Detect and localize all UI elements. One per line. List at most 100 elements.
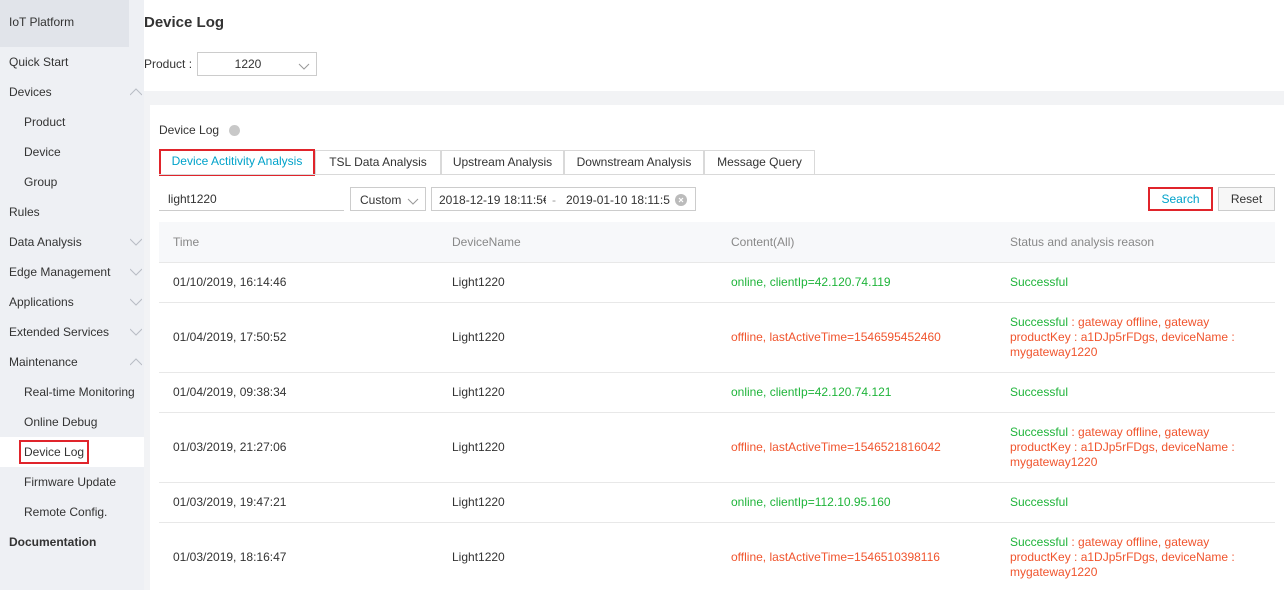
reset-button[interactable]: Reset xyxy=(1218,187,1275,211)
cell-time: 01/10/2019, 16:14:46 xyxy=(173,275,287,289)
sidebar-item-label: Rules xyxy=(9,205,40,219)
time-range-value: Custom xyxy=(360,193,402,207)
sidebar-item-applications[interactable]: Applications xyxy=(0,287,144,317)
column-header-content: Content(All) xyxy=(731,235,795,249)
sidebar: IoT Platform Quick Start Devices Product De… xyxy=(0,0,144,590)
log-table: Time DeviceName Content(All) Status and … xyxy=(159,222,1275,590)
status-text: Successful xyxy=(1010,535,1069,549)
table-row: 01/04/2019, 09:38:34 Light1220 online, cli… xyxy=(159,373,1275,413)
cell-device-name: Light1220 xyxy=(452,385,505,399)
sidebar-item-label: Devices xyxy=(9,85,52,99)
product-select-value: 1220 xyxy=(234,57,262,71)
sidebar-item-data-analysis[interactable]: Data Analysis xyxy=(0,227,144,257)
sidebar-item-quick-start[interactable]: Quick Start xyxy=(0,47,144,77)
time-range-select[interactable]: Custom xyxy=(350,187,426,211)
sidebar-item-label: Extended Services xyxy=(9,325,110,339)
sidebar-item-label: Group xyxy=(24,175,58,189)
status-text: Successful xyxy=(1010,275,1069,289)
cell-status: Successful xyxy=(1010,495,1245,510)
cell-time: 01/03/2019, 19:47:21 xyxy=(173,495,287,509)
sidebar-item-real-time-monitoring[interactable]: Real-time Monitoring xyxy=(0,377,144,407)
chevron-up-icon xyxy=(130,88,142,96)
start-time-input[interactable]: 2018-12-19 18:11:5€ xyxy=(439,193,546,207)
table-header: Time DeviceName Content(All) Status and … xyxy=(159,222,1275,263)
sidebar-item-edge-management[interactable]: Edge Management xyxy=(0,257,144,287)
cell-status: Successful : gateway offline, gateway pr… xyxy=(1010,315,1245,360)
chevron-down-icon xyxy=(130,298,142,306)
sidebar-item-label: Device xyxy=(24,145,61,159)
status-text: Successful xyxy=(1010,495,1069,509)
sidebar-item-label: Data Analysis xyxy=(9,235,82,249)
sidebar-item-label: Maintenance xyxy=(9,355,78,369)
cell-status: Successful : gateway offline, gateway pr… xyxy=(1010,425,1245,470)
cell-device-name: Light1220 xyxy=(452,440,505,454)
product-select[interactable]: 1220 xyxy=(197,52,317,76)
cell-device-name: Light1220 xyxy=(452,330,505,344)
sidebar-item-rules[interactable]: Rules xyxy=(0,197,144,227)
status-text: Successful xyxy=(1010,385,1069,399)
sidebar-header[interactable]: IoT Platform xyxy=(0,0,129,47)
sidebar-item-label: Product xyxy=(24,115,66,129)
sidebar-item-remote-config[interactable]: Remote Config. xyxy=(0,497,144,527)
cell-status: Successful xyxy=(1010,385,1245,400)
sidebar-item-documentation[interactable]: Documentation xyxy=(0,527,144,557)
column-header-device-name: DeviceName xyxy=(452,235,521,249)
table-row: 01/10/2019, 16:14:46 Light1220 online, cli… xyxy=(159,263,1275,303)
sidebar-item-firmware-update[interactable]: Firmware Update xyxy=(0,467,144,497)
cell-status: Successful : gateway offline, gateway pr… xyxy=(1010,535,1245,580)
cell-content: offline, lastActiveTime=1546521816042 xyxy=(731,440,941,454)
cell-device-name: Light1220 xyxy=(452,550,505,564)
content-divider xyxy=(144,91,1284,105)
chevron-down-icon xyxy=(407,195,419,209)
sidebar-item-maintenance[interactable]: Maintenance xyxy=(0,347,144,377)
status-separator: : xyxy=(1068,425,1079,439)
chevron-up-icon xyxy=(130,358,142,366)
tab-underline xyxy=(159,174,1275,175)
platform-title: IoT Platform xyxy=(9,15,75,29)
table-row: 01/03/2019, 21:27:06 Light1220 offline, la… xyxy=(159,413,1275,483)
cell-device-name: Light1220 xyxy=(452,495,505,509)
table-row: 01/03/2019, 19:47:21 Light1220 online, cli… xyxy=(159,483,1275,523)
tab-tsl-data-analysis[interactable]: TSL Data Analysis xyxy=(315,150,441,175)
status-separator: : xyxy=(1068,315,1079,329)
clear-icon[interactable] xyxy=(675,194,687,206)
chevron-down-icon xyxy=(130,328,142,336)
sidebar-item-product[interactable]: Product xyxy=(0,107,144,137)
tab-device-activity-analysis[interactable]: Device Actitivity Analysis xyxy=(159,149,315,176)
sidebar-item-label: Edge Management xyxy=(9,265,111,279)
page-title: Device Log xyxy=(144,14,225,31)
device-name-input[interactable] xyxy=(159,187,344,211)
section-title: Device Log xyxy=(159,123,220,137)
cell-content: online, clientIp=112.10.95.160 xyxy=(731,495,891,509)
cell-time: 01/03/2019, 21:27:06 xyxy=(173,440,287,454)
tab-upstream-analysis[interactable]: Upstream Analysis xyxy=(441,150,564,175)
sidebar-item-label: Firmware Update xyxy=(24,475,117,489)
question-circle-icon[interactable] xyxy=(229,125,240,136)
sidebar-item-label: Device Log xyxy=(19,440,90,464)
table-body: 01/10/2019, 16:14:46 Light1220 online, cli… xyxy=(159,263,1275,590)
tab-message-query[interactable]: Message Query xyxy=(704,150,815,175)
sidebar-item-group[interactable]: Group xyxy=(0,167,144,197)
sidebar-item-devices[interactable]: Devices xyxy=(0,77,144,107)
content-gutter xyxy=(144,91,150,590)
sidebar-item-online-debug[interactable]: Online Debug xyxy=(0,407,144,437)
chevron-down-icon xyxy=(130,268,142,276)
cell-time: 01/03/2019, 18:16:47 xyxy=(173,550,287,564)
date-range-picker[interactable]: 2018-12-19 18:11:5€ - 2019-01-10 18:11:5 xyxy=(431,187,696,211)
end-time-input[interactable]: 2019-01-10 18:11:5 xyxy=(566,193,673,207)
cell-content: offline, lastActiveTime=1546510398116 xyxy=(731,550,940,564)
tab-downstream-analysis[interactable]: Downstream Analysis xyxy=(564,150,704,175)
sidebar-item-label: Online Debug xyxy=(24,415,98,429)
cell-content: online, clientIp=42.120.74.119 xyxy=(731,275,891,289)
cell-status: Successful xyxy=(1010,275,1245,290)
cell-content: online, clientIp=42.120.74.121 xyxy=(731,385,892,399)
sidebar-item-device-log[interactable]: Device Log xyxy=(0,437,144,467)
sidebar-item-label: Applications xyxy=(9,295,74,309)
search-button[interactable]: Search xyxy=(1148,187,1213,211)
column-header-time: Time xyxy=(173,235,200,249)
sidebar-item-device[interactable]: Device xyxy=(0,137,144,167)
cell-content: offline, lastActiveTime=1546595452460 xyxy=(731,330,941,344)
cell-time: 01/04/2019, 17:50:52 xyxy=(173,330,287,344)
sidebar-item-extended-services[interactable]: Extended Services xyxy=(0,317,144,347)
column-header-status: Status and analysis reason xyxy=(1010,235,1155,249)
